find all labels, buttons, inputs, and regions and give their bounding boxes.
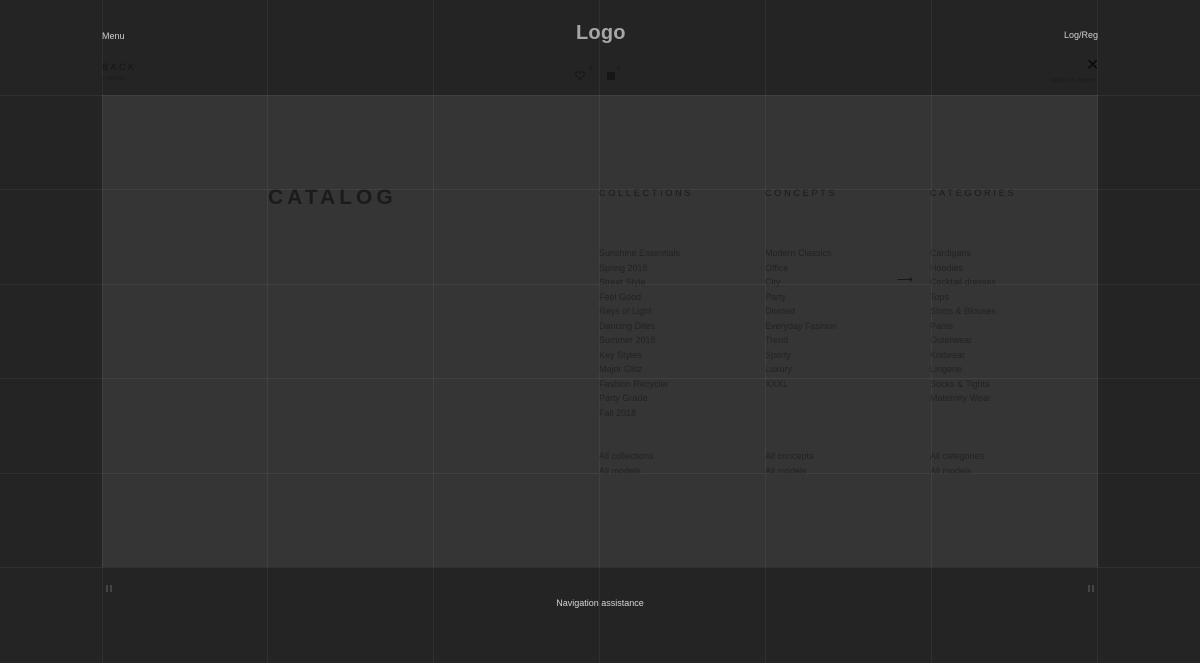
list-item[interactable]: Hoodies — [930, 261, 996, 276]
all-concepts-link[interactable]: All concepts — [765, 449, 814, 464]
cart-count: 0 — [617, 66, 621, 72]
back-button[interactable]: BACK к меню — [102, 62, 137, 82]
logo[interactable]: Logo — [576, 22, 626, 45]
list-item[interactable]: Rays of Light — [599, 304, 680, 319]
list-item[interactable]: Lingerie — [930, 362, 996, 377]
list-item[interactable]: Party — [765, 290, 837, 305]
list-item[interactable]: Spring 2018 — [599, 261, 680, 276]
list-item[interactable]: Shirts & Blouses — [930, 304, 996, 319]
list-item[interactable]: Feel Good — [599, 290, 680, 305]
list-item[interactable]: Divided — [765, 304, 837, 319]
list-item[interactable]: Knitwear — [930, 348, 996, 363]
list-item[interactable]: Key Styles — [599, 348, 680, 363]
arrow-right-icon[interactable]: ⟶ — [897, 273, 913, 286]
categories-all-links: All categories All models — [930, 449, 984, 478]
collections-heading: COLLECTIONS — [599, 188, 694, 198]
navigation-assistance-link[interactable]: Navigation assistance — [556, 598, 644, 608]
categories-list: Cardigans Hoodies Cocktail dresses Tops … — [930, 246, 996, 406]
login-register-link[interactable]: Log/Reg — [1064, 30, 1098, 40]
list-item[interactable]: Cardigans — [930, 246, 996, 261]
list-item[interactable]: Modern Classics — [765, 246, 837, 261]
list-item[interactable]: Sunshine Essentials — [599, 246, 680, 261]
all-models-link[interactable]: All models — [599, 464, 654, 479]
list-item[interactable]: Cocktail dresses — [930, 275, 996, 290]
concepts-heading: CONCEPTS — [765, 188, 838, 198]
list-item[interactable]: Trend — [765, 333, 837, 348]
pause-icon[interactable] — [1088, 585, 1095, 592]
menu-link[interactable]: Menu — [102, 31, 125, 41]
list-item[interactable]: Fall 2018 — [599, 406, 680, 421]
close-sublabel: закрыть меню — [1050, 77, 1096, 84]
pause-icon[interactable] — [106, 585, 113, 592]
close-icon[interactable]: ✕ — [1086, 58, 1099, 74]
list-item[interactable]: Sporty — [765, 348, 837, 363]
all-collections-link[interactable]: All collections — [599, 449, 654, 464]
list-item[interactable]: City — [765, 275, 837, 290]
heart-icon[interactable] — [575, 71, 585, 80]
list-item[interactable]: Socks & Tights — [930, 377, 996, 392]
grid-line — [0, 567, 1200, 568]
all-categories-link[interactable]: All categories — [930, 449, 984, 464]
concepts-all-links: All concepts All models — [765, 449, 814, 478]
concepts-list: Modern Classics Office City Party Divide… — [765, 246, 837, 391]
list-item[interactable]: Tops — [930, 290, 996, 305]
list-item[interactable]: XXXL — [765, 377, 837, 392]
back-sublabel: к меню — [102, 75, 125, 82]
categories-heading: CATEGORIES — [930, 188, 1017, 198]
list-item[interactable]: Fashion Recycler — [599, 377, 680, 392]
list-item[interactable]: Party Grade — [599, 391, 680, 406]
back-label: BACK — [102, 62, 137, 72]
list-item[interactable]: Street Style — [599, 275, 680, 290]
list-item[interactable]: Pants — [930, 319, 996, 334]
list-item[interactable]: Everyday Fashion — [765, 319, 837, 334]
list-item[interactable]: Major Glitz — [599, 362, 680, 377]
list-item[interactable]: Luxury — [765, 362, 837, 377]
all-models-link[interactable]: All models — [930, 464, 984, 479]
collections-list: Sunshine Essentials Spring 2018 Street S… — [599, 246, 680, 420]
list-item[interactable]: Outerwear — [930, 333, 996, 348]
catalog-title: CATALOG — [268, 186, 397, 209]
list-item[interactable]: Dancing Dites — [599, 319, 680, 334]
list-item[interactable]: Maternity Wear — [930, 391, 996, 406]
all-models-link[interactable]: All models — [765, 464, 814, 479]
list-item[interactable]: Summer 2018 — [599, 333, 680, 348]
cart-icon[interactable] — [607, 72, 615, 80]
list-item[interactable]: Office — [765, 261, 837, 276]
wishlist-count: 0 — [589, 66, 593, 72]
collections-all-links: All collections All models — [599, 449, 654, 478]
